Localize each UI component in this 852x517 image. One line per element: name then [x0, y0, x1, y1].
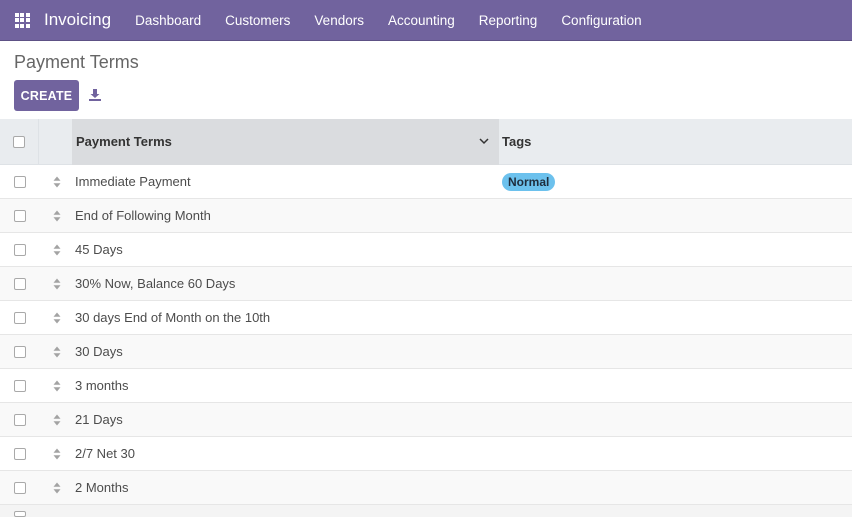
row-checkbox[interactable] [13, 481, 26, 494]
row-handle-cell [39, 278, 75, 290]
table-row[interactable]: End of Following Month [0, 199, 852, 233]
row-checkbox[interactable] [13, 447, 26, 460]
row-select-cell [0, 311, 39, 324]
payment-term-name: 3 months [75, 378, 129, 393]
download-icon[interactable] [88, 88, 102, 102]
row-handle-cell [39, 312, 75, 324]
drag-handle-icon[interactable] [53, 278, 61, 290]
table-row[interactable]: 2/7 Net 30 [0, 437, 852, 471]
menu-customers[interactable]: Customers [213, 0, 302, 41]
drag-handle-icon[interactable] [53, 346, 61, 358]
row-handle-cell [39, 210, 75, 222]
drag-handle-icon[interactable] [53, 176, 61, 188]
drag-handle-icon[interactable] [53, 380, 61, 392]
menu-configuration[interactable]: Configuration [549, 0, 653, 41]
table-row[interactable]: 3 months [0, 369, 852, 403]
menu-reporting[interactable]: Reporting [467, 0, 550, 41]
drag-handle-icon[interactable] [53, 448, 61, 460]
table-row[interactable]: 21 Days [0, 403, 852, 437]
payment-term-name: 45 Days [75, 242, 123, 257]
row-handle-cell [39, 346, 75, 358]
payment-term-name: 21 Days [75, 412, 123, 427]
row-handle-cell [39, 176, 75, 188]
row-checkbox[interactable] [13, 511, 26, 517]
table-row[interactable]: Immediate Payment Normal [0, 165, 852, 199]
row-handle-cell [39, 482, 75, 494]
row-handle-cell [39, 380, 75, 392]
payment-term-name: 30% Now, Balance 60 Days [75, 276, 236, 291]
row-select-cell [0, 413, 39, 426]
drag-handle-icon[interactable] [53, 312, 61, 324]
row-checkbox[interactable] [13, 345, 26, 358]
row-select-cell [0, 209, 39, 222]
row-handle-cell [39, 244, 75, 256]
row-handle-cell [39, 414, 75, 426]
create-button[interactable]: CREATE [14, 80, 79, 111]
row-handle-cell [39, 448, 75, 460]
menu-dashboard[interactable]: Dashboard [123, 0, 213, 41]
table-row[interactable]: 2 Months [0, 471, 852, 505]
chevron-down-icon [479, 137, 489, 144]
menu-accounting[interactable]: Accounting [376, 0, 467, 41]
payment-term-name: 30 days End of Month on the 10th [75, 310, 271, 325]
table-row[interactable]: 30% Now, Balance 60 Days [0, 267, 852, 301]
top-navbar: Invoicing Dashboard Customers Vendors Ac… [0, 0, 852, 41]
table-header: Payment Terms Tags [0, 118, 852, 165]
select-all-checkbox[interactable] [13, 135, 25, 148]
row-checkbox[interactable] [13, 243, 26, 256]
row-select-cell [0, 345, 39, 358]
row-select-cell [0, 379, 39, 392]
select-all-cell [0, 118, 39, 165]
tags-cell: Normal [502, 172, 852, 191]
row-checkbox[interactable] [13, 379, 26, 392]
menu-vendors[interactable]: Vendors [302, 0, 376, 41]
payment-term-name: End of Following Month [75, 208, 211, 223]
row-select-cell [0, 481, 39, 494]
row-select-cell [0, 277, 39, 290]
table-row-partial [0, 505, 852, 517]
row-checkbox[interactable] [13, 413, 26, 426]
payment-term-name: 2/7 Net 30 [75, 446, 135, 461]
table-row[interactable]: 45 Days [0, 233, 852, 267]
row-select-cell [0, 447, 39, 460]
drag-handle-icon[interactable] [53, 244, 61, 256]
column-header-payment-terms[interactable]: Payment Terms [72, 118, 499, 165]
row-select-cell [0, 175, 39, 188]
row-checkbox[interactable] [13, 311, 26, 324]
page-title: Payment Terms [14, 52, 139, 72]
payment-term-name: 2 Months [75, 480, 129, 495]
column-header-tags[interactable]: Tags [499, 134, 852, 149]
drag-handle-icon[interactable] [53, 210, 61, 222]
row-checkbox[interactable] [13, 209, 26, 222]
payment-term-name: 30 Days [75, 344, 123, 359]
control-panel: Payment Terms CREATE [0, 41, 852, 119]
column-header-label: Payment Terms [76, 134, 172, 149]
apps-menu-icon[interactable] [0, 0, 44, 41]
app-brand[interactable]: Invoicing [44, 10, 111, 30]
drag-handle-icon[interactable] [53, 482, 61, 494]
row-checkbox[interactable] [13, 277, 26, 290]
table-row[interactable]: 30 days End of Month on the 10th [0, 301, 852, 335]
row-select-cell [0, 243, 39, 256]
tag-badge: Normal [502, 172, 556, 191]
handle-header [39, 119, 72, 165]
payment-terms-table: Payment Terms Tags Immediate Payment Nor… [0, 118, 852, 517]
table-row[interactable]: 30 Days [0, 335, 852, 369]
payment-term-name: Immediate Payment [75, 174, 191, 189]
drag-handle-icon[interactable] [53, 414, 61, 426]
row-checkbox[interactable] [13, 175, 26, 188]
